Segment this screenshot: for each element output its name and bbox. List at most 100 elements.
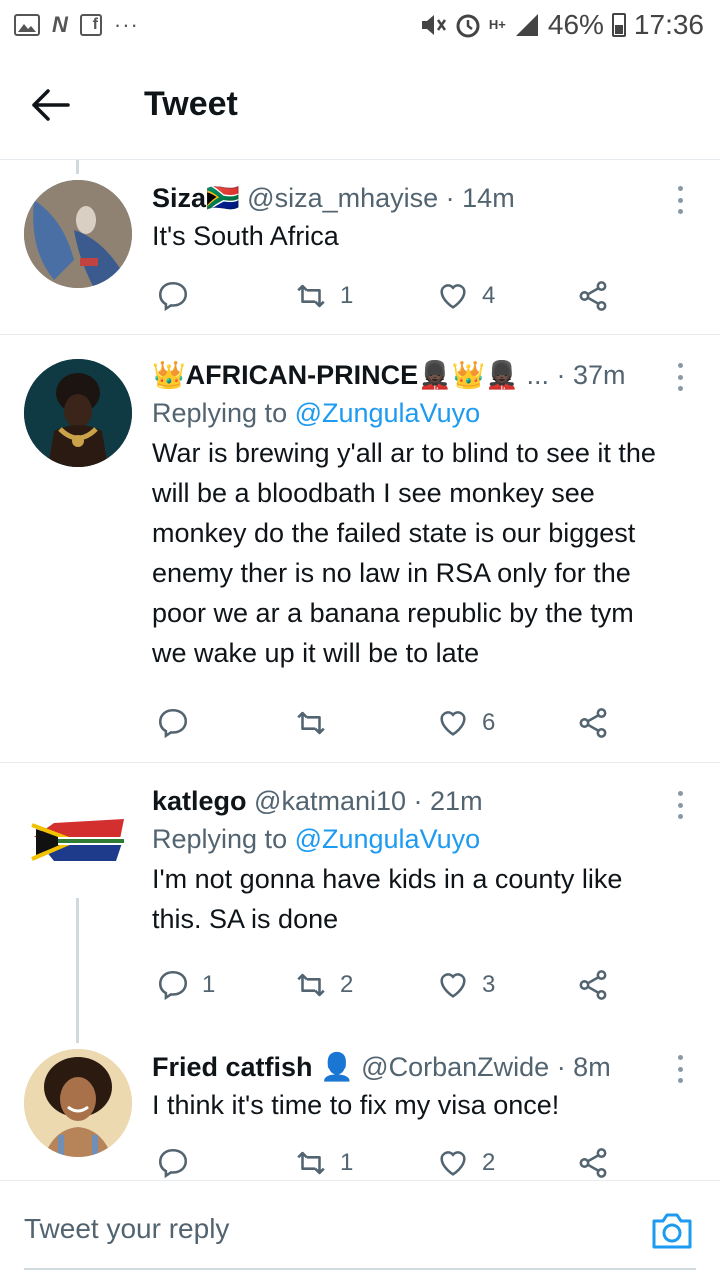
tweet-siza[interactable]: Siza🇿🇦 @siza_mhayise · 14m It's South Af… xyxy=(0,160,720,335)
retweet-icon xyxy=(297,973,325,997)
share-icon xyxy=(579,1148,607,1178)
reply-composer: Tweet your reply xyxy=(0,1180,720,1280)
thread-line xyxy=(76,160,79,174)
reply-button[interactable]: 1 xyxy=(156,965,215,1005)
timestamp: · 14m xyxy=(445,183,515,213)
status-bar: N f ··· H+ 46% 17:36 xyxy=(0,0,720,50)
gallery-icon xyxy=(14,14,40,36)
back-button[interactable] xyxy=(0,50,100,159)
display-name[interactable]: Siza🇿🇦 xyxy=(152,183,240,213)
handle[interactable]: @siza_mhayise xyxy=(247,183,438,213)
clock: 17:36 xyxy=(633,9,704,40)
retweet-count: 2 xyxy=(340,971,354,998)
like-button[interactable]: 3 xyxy=(436,965,495,1005)
network-type: H+ xyxy=(488,17,506,32)
signal-icon xyxy=(515,14,538,36)
notification-icons: N f ··· xyxy=(14,12,139,38)
reply-icon xyxy=(158,970,188,1001)
display-name[interactable]: katlego xyxy=(152,786,247,816)
retweet-icon xyxy=(297,711,325,735)
share-button[interactable] xyxy=(576,965,610,1005)
tweet-meta: Siza🇿🇦 @siza_mhayise · 14m xyxy=(152,180,660,216)
heart-icon xyxy=(440,284,466,309)
heart-icon xyxy=(440,973,466,998)
display-name[interactable]: Fried catfish 👤 xyxy=(152,1052,354,1082)
more-dots-icon: ··· xyxy=(113,12,139,37)
retweet-count: 1 xyxy=(340,1149,354,1176)
tweet-katlego[interactable]: katlego @katmani10 · 21m Replying to @Zu… xyxy=(0,763,720,1043)
timestamp: · 21m xyxy=(413,786,483,816)
heart-icon xyxy=(440,711,466,736)
tweet-text: I'm not gonna have kids in a county like… xyxy=(152,864,623,934)
system-icons: H+ 46% 17:36 xyxy=(419,9,704,41)
more-options-button[interactable] xyxy=(670,357,690,397)
share-button[interactable] xyxy=(576,276,610,316)
tweet-text: War is brewing y'all ar to blind to see … xyxy=(152,438,656,668)
like-button[interactable]: 6 xyxy=(436,703,495,743)
replying-to-label: Replying to xyxy=(152,824,295,854)
share-icon xyxy=(579,970,607,1000)
more-options-button[interactable] xyxy=(670,180,690,220)
handle[interactable]: @CorbanZwide xyxy=(361,1052,549,1082)
replying-to: Replying to @ZungulaVuyo xyxy=(152,819,660,859)
reply-divider xyxy=(24,1268,696,1270)
tweet-text: I think it's time to fix my visa once! xyxy=(152,1090,560,1120)
like-count: 2 xyxy=(482,1149,496,1176)
like-button[interactable]: 4 xyxy=(436,276,495,316)
share-button[interactable] xyxy=(576,1143,610,1180)
avatar[interactable] xyxy=(24,785,132,893)
handle[interactable]: @katmani10 xyxy=(254,786,406,816)
retweet-button[interactable] xyxy=(294,703,340,743)
timestamp: · 37m xyxy=(556,360,626,390)
tweet-african-prince[interactable]: 👑AFRICAN-PRINCE💂🏿👑💂🏿 ... · 37m Replying … xyxy=(0,335,720,763)
reply-button[interactable] xyxy=(156,276,202,316)
avatar[interactable] xyxy=(24,180,132,288)
top-bar: Tweet xyxy=(0,50,720,160)
reply-input[interactable]: Tweet your reply xyxy=(24,1201,584,1257)
tweet-actions: 1 2 3 xyxy=(152,965,632,1005)
tweet-fried-catfish[interactable]: Fried catfish 👤 @CorbanZwide · 8m I thin… xyxy=(0,1043,720,1180)
replying-to-label: Replying to xyxy=(152,398,295,428)
more-options-button[interactable] xyxy=(670,785,690,825)
handle[interactable]: ... xyxy=(526,360,549,390)
retweet-button[interactable]: 1 xyxy=(294,276,353,316)
thread-line xyxy=(76,898,79,1043)
n-icon: N xyxy=(52,12,68,37)
camera-button[interactable] xyxy=(650,1211,694,1255)
like-count: 6 xyxy=(482,709,496,736)
replying-to: Replying to @ZungulaVuyo xyxy=(152,393,660,433)
avatar[interactable] xyxy=(24,1049,132,1157)
tweet-text: It's South Africa xyxy=(152,221,339,251)
retweet-button[interactable]: 1 xyxy=(294,1143,353,1180)
display-name[interactable]: 👑AFRICAN-PRINCE💂🏿👑💂🏿 xyxy=(152,360,519,390)
battery-icon xyxy=(611,13,626,37)
reply-icon xyxy=(158,708,188,739)
mute-icon xyxy=(421,15,446,35)
retweet-count: 1 xyxy=(340,282,354,309)
tweet-meta: katlego @katmani10 · 21m xyxy=(152,783,660,819)
share-icon xyxy=(579,281,607,311)
retweet-icon xyxy=(297,1151,325,1175)
reply-count: 1 xyxy=(202,971,216,998)
alarm-icon xyxy=(456,14,480,38)
tweet-meta: Fried catfish 👤 @CorbanZwide · 8m xyxy=(152,1049,660,1085)
replying-to-handle[interactable]: @ZungulaVuyo xyxy=(295,398,481,428)
battery-percent: 46% xyxy=(547,9,604,40)
like-button[interactable]: 2 xyxy=(436,1143,495,1180)
share-button[interactable] xyxy=(576,703,610,743)
more-options-button[interactable] xyxy=(670,1049,690,1089)
retweet-icon xyxy=(297,284,325,308)
tweet-meta: 👑AFRICAN-PRINCE💂🏿👑💂🏿 ... · 37m xyxy=(152,357,660,393)
page-title: Tweet xyxy=(144,85,238,123)
tweet-actions: 1 4 xyxy=(152,276,632,316)
share-icon xyxy=(579,708,607,738)
reply-button[interactable] xyxy=(156,703,202,743)
camera-icon xyxy=(652,1213,692,1249)
replying-to-handle[interactable]: @ZungulaVuyo xyxy=(295,824,481,854)
facebook-icon: f xyxy=(79,14,102,36)
avatar[interactable] xyxy=(24,359,132,467)
retweet-button[interactable]: 2 xyxy=(294,965,353,1005)
like-count: 4 xyxy=(482,282,496,309)
heart-icon xyxy=(440,1151,466,1176)
reply-button[interactable] xyxy=(156,1143,202,1180)
